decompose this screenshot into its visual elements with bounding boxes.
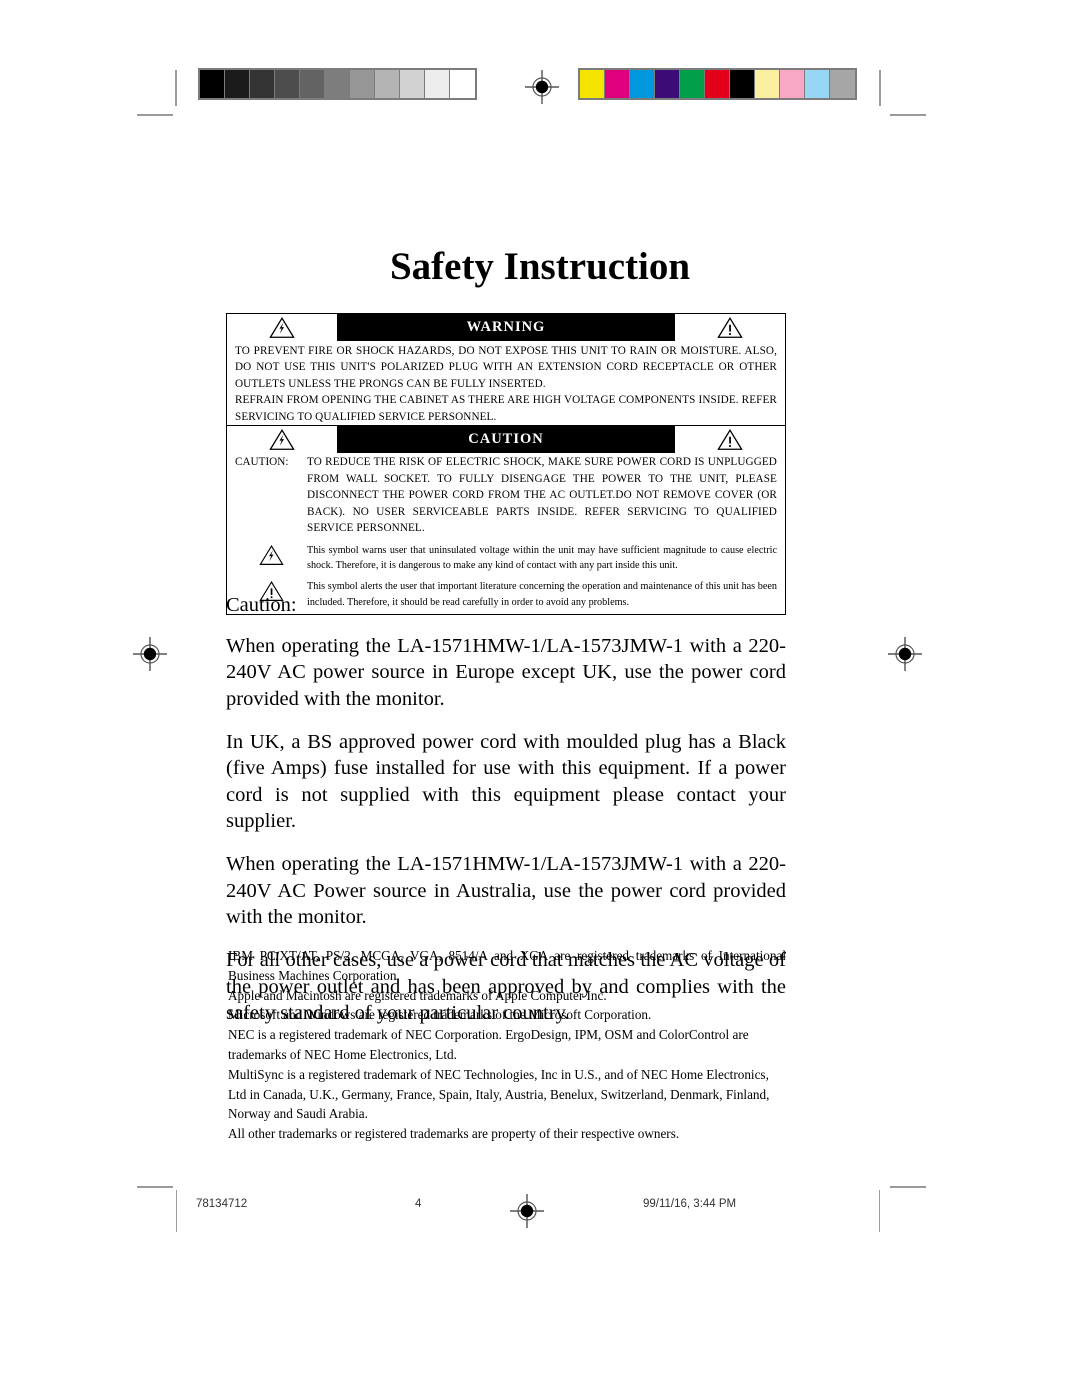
registration-mark-left-middle <box>133 637 167 671</box>
footer-document-number: 78134712 <box>196 1198 248 1210</box>
footer-timestamp: 99/11/16, 3:44 PM <box>643 1198 737 1210</box>
grayscale-swatch-1 <box>225 70 250 98</box>
lightning-bolt-triangle-icon <box>227 314 337 341</box>
registration-mark-right-middle <box>888 637 922 671</box>
warning-header: WARNING <box>227 314 785 341</box>
color-swatch-3 <box>655 70 680 98</box>
trademark-notice: IBM PC/XT/AT, PS/2, MCGA, VGA, 8514/A an… <box>228 946 786 1144</box>
caution-notice-box: CAUTION CAUTION: TO REDUCE THE RISK OF E… <box>226 425 786 616</box>
exclamation-triangle-icon <box>675 426 785 453</box>
color-swatch-8 <box>780 70 805 98</box>
exclamation-triangle-icon <box>675 314 785 341</box>
color-swatch-5 <box>705 70 730 98</box>
body-paragraph: In UK, a BS approved power cord with mou… <box>226 730 786 833</box>
page-title: Safety Instruction <box>389 245 691 288</box>
caution-header: CAUTION <box>227 426 785 453</box>
warning-heading: WARNING <box>337 314 675 341</box>
caution-heading: CAUTION <box>337 426 675 453</box>
crop-mark-top-left-horizontal <box>137 114 173 116</box>
crop-mark-top-right-horizontal <box>890 114 926 116</box>
color-swatch-4 <box>680 70 705 98</box>
warning-paragraph: TO PREVENT FIRE OR SHOCK HAZARDS, DO NOT… <box>235 345 777 390</box>
body-paragraph: When operating the LA-1571HMW-1/LA-1573J… <box>226 634 786 710</box>
caution-label: CAUTION: <box>235 456 289 468</box>
grayscale-calibration-strip <box>198 68 477 100</box>
page-footer: 78134712 4 99/11/16, 3:44 PM <box>0 1198 1080 1218</box>
warning-body: TO PREVENT FIRE OR SHOCK HAZARDS, DO NOT… <box>227 341 785 431</box>
lightning-bolt-triangle-icon <box>235 543 307 566</box>
trademark-line: IBM PC/XT/AT, PS/2, MCGA, VGA, 8514/A an… <box>228 948 786 983</box>
trademark-line: MultiSync is a registered trademark of N… <box>228 1066 770 1122</box>
grayscale-swatch-7 <box>375 70 400 98</box>
color-swatch-6 <box>730 70 755 98</box>
symbol-note-row: This symbol warns user that uninsulated … <box>235 543 777 574</box>
trademark-line: All other trademarks or registered trade… <box>228 1126 680 1142</box>
grayscale-swatch-6 <box>350 70 375 98</box>
lightning-bolt-triangle-icon <box>227 426 337 453</box>
color-swatch-9 <box>805 70 830 98</box>
grayscale-swatch-3 <box>275 70 300 98</box>
crop-mark-bottom-right-horizontal <box>890 1186 926 1188</box>
color-calibration-strip <box>578 68 857 100</box>
grayscale-swatch-8 <box>400 70 425 98</box>
color-swatch-2 <box>630 70 655 98</box>
trademark-line: Microsoft and Windows are registered tra… <box>228 1007 652 1023</box>
caution-body: CAUTION: TO REDUCE THE RISK OF ELECTRIC … <box>227 453 785 614</box>
crop-mark-top-left-vertical <box>175 70 177 106</box>
color-swatch-7 <box>755 70 780 98</box>
grayscale-swatch-4 <box>300 70 325 98</box>
body-paragraph: When operating the LA-1571HMW-1/LA-1573J… <box>226 853 786 929</box>
color-swatch-0 <box>580 70 605 98</box>
grayscale-swatch-9 <box>425 70 450 98</box>
symbol-note-text: This symbol warns user that uninsulated … <box>307 544 777 572</box>
grayscale-swatch-0 <box>200 70 225 98</box>
trademark-line: NEC is a registered trademark of NEC Cor… <box>228 1027 749 1062</box>
grayscale-swatch-2 <box>250 70 275 98</box>
color-swatch-10 <box>830 70 855 98</box>
crop-mark-top-right-vertical <box>879 70 881 106</box>
warning-notice-box: WARNING TO PREVENT FIRE OR SHOCK HAZARDS… <box>226 313 786 433</box>
caution-lead: Caution: <box>226 594 297 616</box>
trademark-line: Apple and Macintosh are registered trade… <box>228 987 607 1003</box>
registration-mark-top-center <box>525 70 559 104</box>
warning-paragraph: REFRAIN FROM OPENING THE CABINET AS THER… <box>235 394 777 423</box>
color-swatch-1 <box>605 70 630 98</box>
grayscale-swatch-10 <box>450 70 475 98</box>
caution-main-row: CAUTION: TO REDUCE THE RISK OF ELECTRIC … <box>235 454 777 537</box>
crop-mark-bottom-left-horizontal <box>137 1186 173 1188</box>
caution-text: TO REDUCE THE RISK OF ELECTRIC SHOCK, MA… <box>307 456 777 535</box>
grayscale-swatch-5 <box>325 70 350 98</box>
footer-page-number: 4 <box>415 1198 422 1210</box>
